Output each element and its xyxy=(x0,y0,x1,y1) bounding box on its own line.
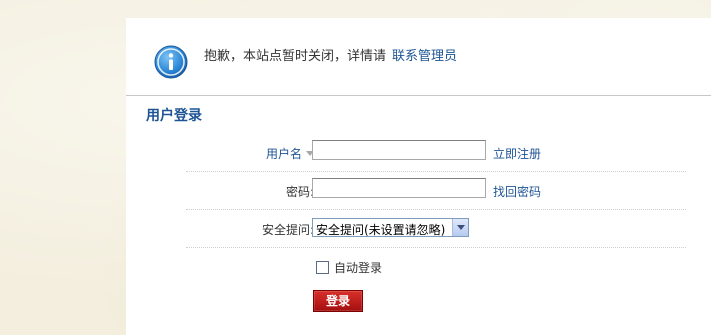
security-question-value: 安全提问(未设置请忽略) xyxy=(316,223,446,237)
security-question-row: 安全提问: 安全提问(未设置请忽略) xyxy=(186,209,686,248)
username-label-text: 用户名 xyxy=(265,147,302,161)
login-panel: 抱歉，本站点暂时关闭，详情请 联系管理员 用户登录 用户名 立即注册 密码: 找回… xyxy=(126,18,711,335)
username-label[interactable]: 用户名 xyxy=(266,145,314,162)
auto-login-checkbox[interactable] xyxy=(316,261,329,274)
login-button[interactable]: 登录 xyxy=(313,290,363,312)
password-label: 密码: xyxy=(285,185,314,199)
auto-login-label: 自动登录 xyxy=(334,261,383,275)
select-dropdown-button[interactable] xyxy=(452,219,468,236)
password-input[interactable] xyxy=(312,178,486,198)
notice-message: 抱歉，本站点暂时关闭，详情请 联系管理员 xyxy=(204,45,457,64)
register-link[interactable]: 立即注册 xyxy=(493,145,541,162)
chevron-down-icon xyxy=(457,225,465,230)
auto-login-option[interactable]: 自动登录 xyxy=(316,259,382,276)
notice-text: 抱歉，本站点暂时关闭，详情请 xyxy=(204,49,387,64)
recover-password-link[interactable]: 找回密码 xyxy=(493,183,541,200)
security-question-label: 安全提问: xyxy=(261,223,314,237)
security-question-select[interactable]: 安全提问(未设置请忽略) xyxy=(312,218,469,237)
username-row: 用户名 立即注册 xyxy=(186,133,686,172)
password-row: 密码: 找回密码 xyxy=(186,171,686,210)
info-icon xyxy=(154,45,188,79)
username-input[interactable] xyxy=(312,140,486,160)
contact-admin-link[interactable]: 联系管理员 xyxy=(392,49,457,64)
login-title: 用户登录 xyxy=(146,108,202,124)
notice-bar: 抱歉，本站点暂时关闭，详情请 联系管理员 xyxy=(126,18,711,96)
